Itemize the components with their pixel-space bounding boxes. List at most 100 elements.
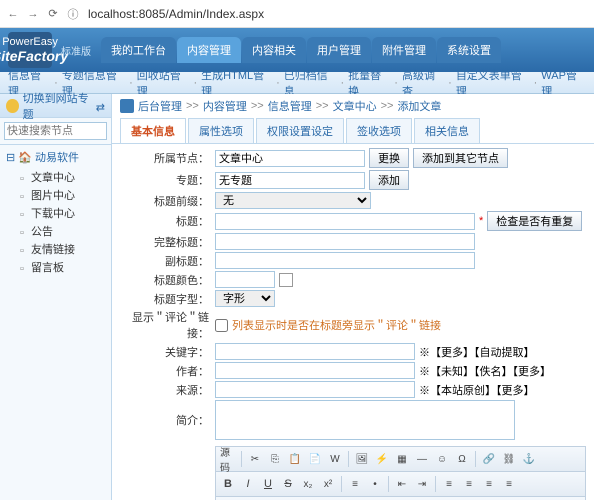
titlefont-select[interactable]: 字形 <box>215 290 275 307</box>
label-titlecolor: 标题颜色： <box>120 272 215 288</box>
node-search-input[interactable] <box>4 122 107 140</box>
change-button[interactable]: 更换 <box>369 148 409 168</box>
link-icon[interactable]: 🔗 <box>480 450 498 468</box>
label-intro: 简介： <box>120 400 215 428</box>
formtab-attr[interactable]: 属性选项 <box>188 118 254 143</box>
tree-label: 下载中心 <box>31 205 75 221</box>
author-actions[interactable]: ※【未知】【佚名】【更多】 <box>419 363 551 379</box>
rich-editor: 源码 ✂ ⎘ 📋 📄 W 🖼 ⚡ ▦ — ☺ Ω 🔗 <box>215 446 586 500</box>
paste-icon[interactable]: 📋 <box>286 450 304 468</box>
fulltitle-input[interactable] <box>215 233 475 250</box>
showcomment-text: 列表显示时是否在标题旁显示＂评论＂链接 <box>232 317 441 333</box>
tree-notice[interactable]: ▫公告 <box>6 222 105 240</box>
paste-word-icon[interactable]: W <box>326 450 344 468</box>
breadcrumb: 后台管理>> 内容管理>> 信息管理>> 文章中心>> 添加文章 <box>112 94 594 118</box>
source-actions[interactable]: ※【本站原创】【更多】 <box>419 382 535 398</box>
ol-icon[interactable]: ≡ <box>346 475 364 493</box>
tab-workbench[interactable]: 我的工作台 <box>101 37 176 63</box>
label-keyword: 关键字： <box>120 344 215 360</box>
intro-textarea[interactable] <box>215 400 515 440</box>
label-special: 专题： <box>120 172 215 188</box>
sub-icon[interactable]: x₂ <box>299 475 317 493</box>
underline-icon[interactable]: U <box>259 475 277 493</box>
emoji-icon[interactable]: ☺ <box>433 450 451 468</box>
italic-icon[interactable]: I <box>239 475 257 493</box>
tab-system[interactable]: 系统设置 <box>437 37 501 63</box>
keyword-actions[interactable]: ※【更多】【自动提取】 <box>419 344 535 360</box>
tab-user-manage[interactable]: 用户管理 <box>307 37 371 63</box>
formtab-related[interactable]: 相关信息 <box>414 118 480 143</box>
checkdup-button[interactable]: 检查是否有重复 <box>487 211 582 231</box>
cut-icon[interactable]: ✂ <box>246 450 264 468</box>
tab-content-related[interactable]: 内容相关 <box>242 37 306 63</box>
node-input[interactable] <box>215 150 365 167</box>
back-icon[interactable]: ← <box>6 7 20 21</box>
ul-icon[interactable]: • <box>366 475 384 493</box>
special-icon[interactable]: Ω <box>453 450 471 468</box>
addother-button[interactable]: 添加到其它节点 <box>413 148 508 168</box>
bc-article[interactable]: 文章中心 <box>333 98 377 114</box>
browser-address-bar: ← → ⟳ ⓘ <box>0 0 594 28</box>
prefix-select[interactable]: 无 <box>215 192 371 209</box>
tree-guestbook[interactable]: ▫留言板 <box>6 258 105 276</box>
paste-text-icon[interactable]: 📄 <box>306 450 324 468</box>
formtab-basic[interactable]: 基本信息 <box>120 118 186 143</box>
align-left-icon[interactable]: ≡ <box>440 475 458 493</box>
hr-icon[interactable]: — <box>413 450 431 468</box>
sidebar: 切换到网站专题 ⇄ ⊟ 🏠动易软件 ▫文章中心 ▫图片中心 ▫下载中心 ▫公告 … <box>0 94 112 500</box>
switch-icon[interactable]: ⇄ <box>96 101 105 111</box>
sup-icon[interactable]: x² <box>319 475 337 493</box>
align-center-icon[interactable]: ≡ <box>460 475 478 493</box>
table-icon[interactable]: ▦ <box>393 450 411 468</box>
source-icon[interactable]: 源码 <box>219 450 237 468</box>
flash-icon[interactable]: ⚡ <box>373 450 391 468</box>
bc-info[interactable]: 信息管理 <box>268 98 312 114</box>
bc-content[interactable]: 内容管理 <box>203 98 247 114</box>
sidebar-header[interactable]: 切换到网站专题 ⇄ <box>0 94 111 118</box>
strike-icon[interactable]: S <box>279 475 297 493</box>
tree-image[interactable]: ▫图片中心 <box>6 186 105 204</box>
align-justify-icon[interactable]: ≡ <box>500 475 518 493</box>
bold-icon[interactable]: B <box>219 475 237 493</box>
editor-toolbar-1: 源码 ✂ ⎘ 📋 📄 W 🖼 ⚡ ▦ — ☺ Ω 🔗 <box>216 447 585 472</box>
sidebar-title: 切换到网站专题 <box>23 90 92 122</box>
subtitle-input[interactable] <box>215 252 475 269</box>
bc-admin[interactable]: 后台管理 <box>138 98 182 114</box>
image-icon[interactable]: 🖼 <box>353 450 371 468</box>
copy-icon[interactable]: ⎘ <box>266 450 284 468</box>
color-swatch[interactable] <box>279 273 293 287</box>
showcomment-checkbox[interactable] <box>215 319 228 332</box>
reload-icon[interactable]: ⟳ <box>46 7 60 21</box>
indent-icon[interactable]: ⇥ <box>413 475 431 493</box>
title-input[interactable] <box>215 213 475 230</box>
author-input[interactable] <box>215 362 415 379</box>
add-button[interactable]: 添加 <box>369 170 409 190</box>
formtab-sign[interactable]: 签收选项 <box>346 118 412 143</box>
tree-links[interactable]: ▫友情链接 <box>6 240 105 258</box>
source-input[interactable] <box>215 381 415 398</box>
label-titlefont: 标题字型： <box>120 291 215 307</box>
form-tabs: 基本信息 属性选项 权限设置设定 签收选项 相关信息 <box>112 118 594 144</box>
align-right-icon[interactable]: ≡ <box>480 475 498 493</box>
tab-content-manage[interactable]: 内容管理 <box>177 37 241 63</box>
tree-label: 图片中心 <box>31 187 75 203</box>
app-header: PowerEasy SiteFactory 标准版 我的工作台 内容管理 内容相… <box>0 28 594 72</box>
main-content: 后台管理>> 内容管理>> 信息管理>> 文章中心>> 添加文章 基本信息 属性… <box>112 94 594 500</box>
editor-toolbar-2: B I U S x₂ x² ≡ • ⇤ ⇥ ≡ ≡ ≡ <box>216 472 585 497</box>
tab-attachment[interactable]: 附件管理 <box>372 37 436 63</box>
logo-badge: PowerEasy SiteFactory <box>8 32 52 68</box>
titlecolor-input[interactable] <box>215 271 275 288</box>
keyword-input[interactable] <box>215 343 415 360</box>
tree-download[interactable]: ▫下载中心 <box>6 204 105 222</box>
special-input[interactable] <box>215 172 365 189</box>
bc-add: 添加文章 <box>397 98 441 114</box>
tree-article[interactable]: ▫文章中心 <box>6 168 105 186</box>
label-author: 作者： <box>120 363 215 379</box>
tree-root[interactable]: ⊟ 🏠动易软件 <box>6 149 105 165</box>
formtab-perm[interactable]: 权限设置设定 <box>256 118 344 143</box>
forward-icon[interactable]: → <box>26 7 40 21</box>
outdent-icon[interactable]: ⇤ <box>393 475 411 493</box>
unlink-icon[interactable]: ⛓ <box>500 450 518 468</box>
url-input[interactable] <box>86 5 588 23</box>
anchor-icon[interactable]: ⚓ <box>520 450 538 468</box>
